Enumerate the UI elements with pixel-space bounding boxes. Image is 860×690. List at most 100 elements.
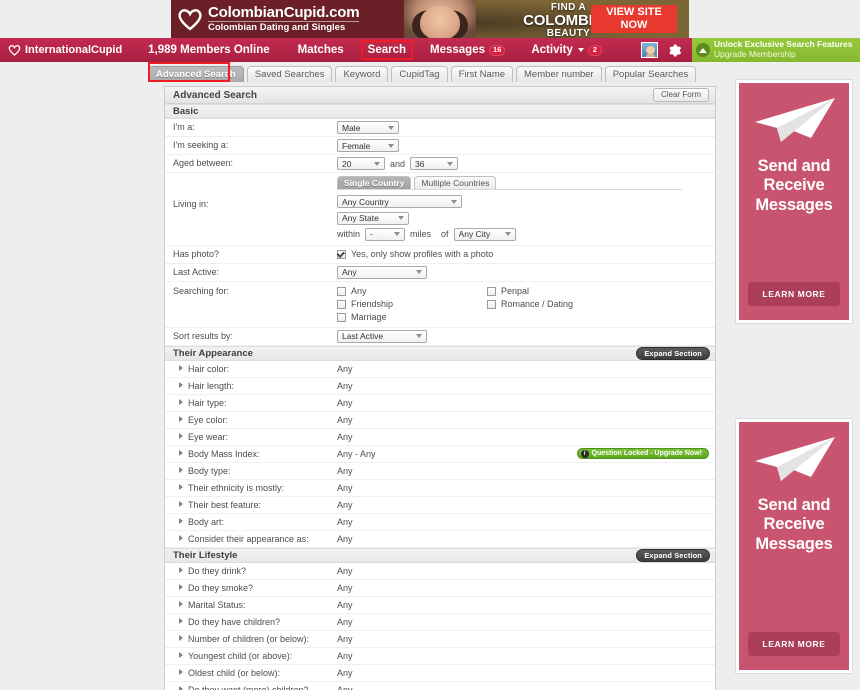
select-last-active-value: Any: [342, 267, 357, 278]
tab-member-number[interactable]: Member number: [516, 66, 602, 82]
row-hair-type[interactable]: Hair type: Any: [165, 395, 715, 412]
row-number-of-children[interactable]: Number of children (or below): Any: [165, 631, 715, 648]
label-body-mass-index: Body Mass Index:: [188, 448, 260, 459]
avatar[interactable]: [641, 42, 658, 58]
expand-triangle-icon: [179, 617, 183, 624]
select-age-min-value: 20: [342, 158, 352, 169]
row-body-type[interactable]: Body type: Any: [165, 463, 715, 480]
row-eye-wear[interactable]: Eye wear: Any: [165, 429, 715, 446]
site-logo[interactable]: InternationalCupid: [0, 44, 122, 56]
expand-triangle-icon: [179, 566, 183, 573]
nav-item-activity[interactable]: Activity 2: [525, 41, 608, 59]
select-last-active[interactable]: Any: [337, 265, 427, 279]
section-header-appearance: Their Appearance Expand Section: [165, 345, 715, 361]
nav-right-cluster: Unlock Exclusive Search Features Upgrade…: [641, 38, 860, 62]
expand-triangle-icon: [179, 651, 183, 658]
select-radius-miles[interactable]: -: [365, 227, 406, 241]
value-hair-color: Any: [337, 363, 353, 374]
sidebar-ad-top-learn-more-button[interactable]: LEARN MORE: [748, 282, 840, 306]
value-body-type: Any: [337, 465, 353, 476]
chevron-down-icon: [451, 199, 457, 204]
banner-cta-line2: NOW: [620, 19, 648, 31]
tab-cupidtag[interactable]: CupidTag: [391, 66, 448, 82]
tab-keyword[interactable]: Keyword: [335, 66, 389, 82]
row-eye-color[interactable]: Eye color: Any: [165, 412, 715, 429]
tab-multiple-countries[interactable]: Multiple Countries: [414, 176, 497, 190]
label-body-type: Body type:: [188, 465, 231, 476]
select-sort-results[interactable]: Last Active: [337, 329, 427, 343]
question-locked-badge[interactable]: i Question Locked - Upgrade Now!: [576, 448, 709, 460]
row-youngest-child[interactable]: Youngest child (or above): Any: [165, 648, 715, 665]
checkbox-any[interactable]: Any: [337, 285, 487, 298]
upgrade-arrow-icon: [696, 43, 710, 57]
expand-triangle-icon: [179, 415, 183, 422]
select-seeking[interactable]: Female: [337, 139, 399, 153]
checkbox-romance-label: Romance / Dating: [501, 299, 574, 310]
checkbox-has-photo[interactable]: Yes, only show profiles with a photo: [337, 248, 715, 261]
row-body-art[interactable]: Body art: Any: [165, 514, 715, 531]
nav-item-matches[interactable]: Matches: [292, 41, 350, 59]
row-ethnicity[interactable]: Their ethnicity is mostly: Any: [165, 480, 715, 497]
chevron-down-icon: [398, 216, 404, 220]
row-marital-status[interactable]: Marital Status: Any: [165, 597, 715, 614]
tab-advanced-search[interactable]: Advanced Search: [148, 66, 244, 82]
select-im-a[interactable]: Male: [337, 121, 399, 135]
row-want-more-children[interactable]: Do they want (more) children? Any: [165, 682, 715, 690]
top-banner-ad[interactable]: ColombianCupid.com Colombian Dating and …: [171, 0, 689, 38]
banner-photo-area: FIND A COLOMBIAN BEAUTY VIEW SITE NOW: [404, 0, 689, 38]
expand-triangle-icon: [179, 634, 183, 641]
row-oldest-child[interactable]: Oldest child (or below): Any: [165, 665, 715, 682]
checkbox-any-label: Any: [351, 286, 367, 297]
row-body-mass-index[interactable]: Body Mass Index: Any - Any i Question Lo…: [165, 446, 715, 463]
checkbox-icon: [487, 286, 496, 296]
row-hair-length[interactable]: Hair length: Any: [165, 378, 715, 395]
chevron-down-icon: [394, 232, 401, 236]
page-title: Advanced Search: [173, 89, 257, 101]
label-do-they-smoke: Do they smoke?: [188, 582, 254, 593]
tab-popular-searches[interactable]: Popular Searches: [604, 66, 697, 82]
row-aged-between: Aged between: 20 and 36: [165, 155, 715, 174]
sidebar-ad-bottom-learn-more-button[interactable]: LEARN MORE: [748, 632, 840, 656]
row-sort-results: Sort results by: Last Active: [165, 328, 715, 346]
row-best-feature[interactable]: Their best feature: Any: [165, 497, 715, 514]
upgrade-membership-button[interactable]: Unlock Exclusive Search Features Upgrade…: [692, 38, 860, 62]
select-state[interactable]: Any State: [337, 211, 409, 225]
row-consider-appearance[interactable]: Consider their appearance as: Any: [165, 531, 715, 548]
select-age-min[interactable]: 20: [337, 157, 385, 171]
checkbox-marriage[interactable]: Marriage: [337, 311, 487, 324]
row-hair-color[interactable]: Hair color: Any: [165, 361, 715, 378]
select-city[interactable]: Any City: [453, 227, 516, 241]
value-number-of-children: Any: [337, 633, 353, 644]
label-last-active: Last Active:: [173, 266, 220, 277]
nav-members-online[interactable]: 1,989 Members Online: [142, 41, 275, 59]
row-last-active: Last Active: Any: [165, 264, 715, 282]
row-do-they-drink[interactable]: Do they drink? Any: [165, 563, 715, 580]
row-do-they-smoke[interactable]: Do they smoke? Any: [165, 580, 715, 597]
tab-saved-searches[interactable]: Saved Searches: [246, 66, 333, 82]
checkbox-romance-dating[interactable]: Romance / Dating: [487, 298, 647, 311]
chevron-down-icon: [388, 143, 394, 148]
checkbox-friendship[interactable]: Friendship: [337, 298, 487, 311]
nav-item-search[interactable]: Search: [360, 40, 414, 60]
label-do-they-drink: Do they drink?: [188, 565, 247, 576]
expand-section-lifestyle-button[interactable]: Expand Section: [636, 548, 710, 562]
label-youngest-child: Youngest child (or above):: [188, 650, 293, 661]
checkbox-icon: [487, 299, 496, 309]
banner-view-site-button[interactable]: VIEW SITE NOW: [591, 5, 677, 33]
label-eye-color: Eye color:: [188, 414, 229, 425]
gear-icon[interactable]: [667, 43, 682, 58]
expand-section-appearance-button[interactable]: Expand Section: [636, 346, 710, 360]
clear-form-button[interactable]: Clear Form: [652, 88, 709, 102]
value-hair-type: Any: [337, 397, 353, 408]
sidebar-ad-top[interactable]: Send and Receive Messages LEARN MORE: [735, 79, 853, 324]
tab-first-name[interactable]: First Name: [450, 66, 514, 82]
row-have-children[interactable]: Do they have children? Any: [165, 614, 715, 631]
label-eye-wear: Eye wear:: [188, 431, 229, 442]
sidebar-ad-bottom[interactable]: Send and Receive Messages LEARN MORE: [735, 418, 853, 674]
nav-item-messages[interactable]: Messages 16: [424, 41, 511, 59]
select-age-max[interactable]: 36: [410, 157, 459, 171]
expand-triangle-icon: [179, 398, 183, 405]
tab-single-country[interactable]: Single Country: [337, 176, 412, 190]
select-country[interactable]: Any Country: [337, 195, 462, 209]
checkbox-penpal[interactable]: Penpal: [487, 285, 647, 298]
